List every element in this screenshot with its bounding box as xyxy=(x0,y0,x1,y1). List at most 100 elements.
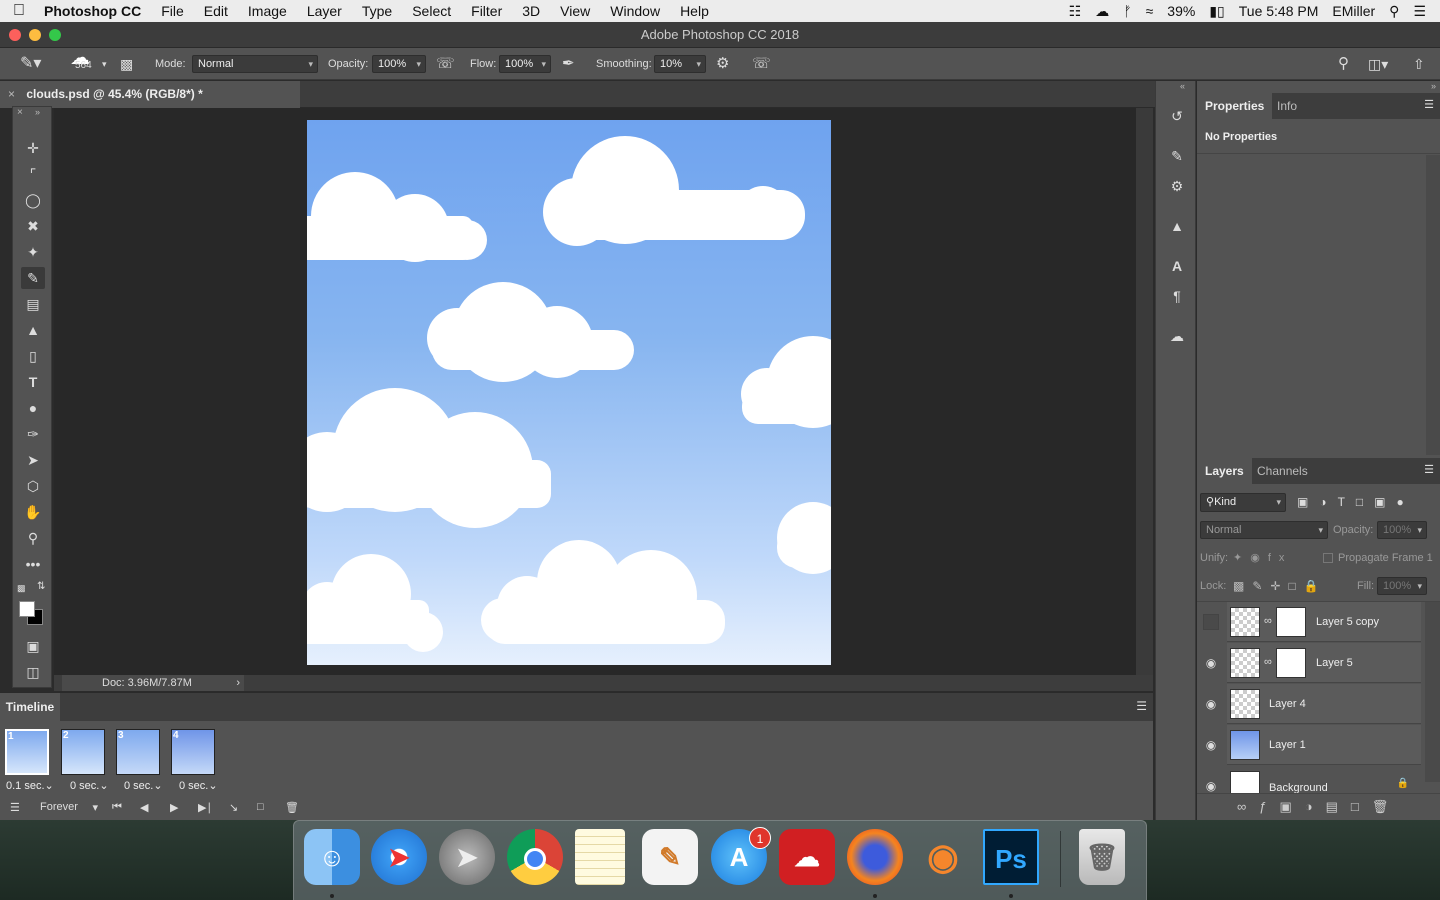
previous-frame-icon[interactable]: ◀ xyxy=(140,801,148,814)
canvas-vertical-scrollbar[interactable] xyxy=(1136,108,1153,675)
properties-scrollbar[interactable] xyxy=(1426,155,1440,455)
timeline-tab[interactable]: Timeline xyxy=(0,693,60,721)
eye-icon[interactable]: ◉ xyxy=(1203,737,1219,753)
brush-tool-preset-icon[interactable]: ✎▾ xyxy=(20,48,41,80)
apple-menu-icon[interactable]:  xyxy=(0,2,38,20)
display-icon[interactable]: ☷ xyxy=(1069,3,1082,20)
layer-item[interactable]: Layer 1 xyxy=(1227,725,1421,765)
shape-tool-icon[interactable]: ⬡ xyxy=(21,475,45,497)
adjustments-panel-icon[interactable]: ⚙ xyxy=(1166,175,1188,197)
layers-scrollbar[interactable] xyxy=(1425,602,1440,782)
workspace-icon[interactable]: ◫▾ xyxy=(1368,48,1388,80)
blender-icon[interactable]: ◉ xyxy=(915,829,971,885)
play-icon[interactable]: ▶ xyxy=(170,801,178,814)
magic-wand-tool-icon[interactable]: ✦ xyxy=(21,241,45,263)
close-tab-icon[interactable]: × xyxy=(8,87,15,101)
opacity-input[interactable]: 100% ▾ xyxy=(372,55,426,73)
smoothing-input[interactable]: 10% ▾ xyxy=(654,55,706,73)
panel-menu-icon[interactable]: ☰ xyxy=(1424,98,1434,111)
photoshop-icon[interactable]: Ps xyxy=(983,829,1039,885)
user-name[interactable]: EMiller xyxy=(1332,3,1375,19)
layer-mask-thumbnail[interactable] xyxy=(1276,648,1306,678)
menu-filter[interactable]: Filter xyxy=(461,3,512,19)
tab-channels[interactable]: Channels xyxy=(1249,458,1316,484)
move-tool-icon[interactable]: ✛ xyxy=(21,137,45,159)
crop-tool-icon[interactable]: ⌜ xyxy=(21,163,45,185)
blend-mode-select[interactable]: Normal ▾ xyxy=(1200,521,1328,539)
notification-center-icon[interactable]: ☰ xyxy=(1413,3,1426,20)
lasso-tool-icon[interactable]: ✖ xyxy=(21,215,45,237)
visibility-toggle[interactable] xyxy=(1203,614,1219,630)
panel-menu-icon[interactable]: ☰ xyxy=(1424,463,1434,476)
type-tool-icon[interactable]: T xyxy=(21,371,45,393)
zoom-window-button[interactable] xyxy=(49,29,61,41)
quick-mask-icon[interactable]: ▣ xyxy=(21,635,45,657)
clock[interactable]: Tue 5:48 PM xyxy=(1239,3,1319,19)
timeline-frame-1[interactable]: 1 xyxy=(5,729,49,775)
layer-item[interactable]: ∞ Layer 5 xyxy=(1227,643,1421,683)
battery-icon[interactable]: ▮▯ xyxy=(1209,3,1224,20)
document-canvas[interactable] xyxy=(307,120,831,665)
menu-view[interactable]: View xyxy=(550,3,600,19)
search-icon[interactable]: ⚲ xyxy=(1338,48,1349,80)
timeline-frame-2[interactable]: 2 xyxy=(61,729,105,775)
timeline-frame-4[interactable]: 4 xyxy=(171,729,215,775)
layer-name[interactable]: Layer 1 xyxy=(1269,725,1306,765)
safari-icon[interactable]: ➤ xyxy=(371,829,427,885)
propagate-checkbox[interactable] xyxy=(1323,553,1333,563)
paragraph-panel-icon[interactable]: ¶ xyxy=(1166,285,1188,307)
layer-row[interactable]: ◉ ∞ Layer 5 xyxy=(1197,643,1425,684)
swap-colors-icon[interactable]: ⇅ xyxy=(37,581,45,592)
loop-options-select[interactable]: Forever ▾ xyxy=(34,801,100,814)
screen-mode-icon[interactable]: ◫ xyxy=(21,661,45,683)
firefox-icon[interactable] xyxy=(847,829,903,885)
menu-select[interactable]: Select xyxy=(402,3,461,19)
share-icon[interactable]: ⇧ xyxy=(1413,48,1425,80)
brush-settings-panel-icon[interactable]: ✎ xyxy=(1166,145,1188,167)
layer-item[interactable]: Layer 4 xyxy=(1227,684,1421,724)
menu-edit[interactable]: Edit xyxy=(194,3,238,19)
brush-tool-icon[interactable]: ✎ xyxy=(21,267,45,289)
blur-tool-icon[interactable]: ● xyxy=(21,397,45,419)
menu-type[interactable]: Type xyxy=(352,3,402,19)
fill-input[interactable]: 100% ▾ xyxy=(1377,577,1427,595)
tween-icon[interactable]: ↘ xyxy=(229,801,238,814)
layer-mask-thumbnail[interactable] xyxy=(1276,607,1306,637)
tab-layers[interactable]: Layers xyxy=(1197,458,1252,484)
duplicate-frame-icon[interactable]: □ xyxy=(257,801,264,813)
flow-input[interactable]: 100% ▾ xyxy=(499,55,551,73)
menu-3d[interactable]: 3D xyxy=(512,3,550,19)
spotlight-search-icon[interactable]: ⚲ xyxy=(1389,3,1399,20)
menu-layer[interactable]: Layer xyxy=(297,3,352,19)
frame-delay-1[interactable]: 0.1 sec.⌄ xyxy=(6,779,54,792)
link-icon[interactable]: ∞ xyxy=(1264,615,1272,627)
bluetooth-icon[interactable]: ᚠ xyxy=(1123,3,1131,19)
more-tools-icon[interactable]: ••• xyxy=(21,553,45,575)
link-icon[interactable]: ∞ xyxy=(1264,656,1272,668)
foreground-color-swatch[interactable] xyxy=(19,601,35,617)
unify-icons[interactable]: ✦◉fx xyxy=(1233,551,1292,564)
collapse-dock-icon[interactable]: » xyxy=(1431,81,1436,91)
libraries-panel-icon[interactable]: ☁ xyxy=(1166,325,1188,347)
close-window-button[interactable] xyxy=(9,29,21,41)
expand-panels-icon[interactable]: « xyxy=(1180,81,1185,91)
layer-name[interactable]: Layer 5 xyxy=(1316,643,1353,683)
clone-stamp-tool-icon[interactable]: ▲ xyxy=(21,319,45,341)
eye-icon[interactable]: ◉ xyxy=(1203,696,1219,712)
timeline-frame-3[interactable]: 3 xyxy=(116,729,160,775)
airbrush-icon[interactable]: ✒ xyxy=(562,48,575,80)
pen-tool-icon[interactable]: ✑ xyxy=(21,423,45,445)
mode-select[interactable]: Normal ▾ xyxy=(192,55,318,73)
pressure-opacity-icon[interactable]: ☏ xyxy=(436,48,455,80)
delete-frame-icon[interactable]: 🗑 xyxy=(285,801,299,814)
layer-name[interactable]: Layer 5 copy xyxy=(1316,602,1379,642)
panel-menu-icon[interactable]: ☰ xyxy=(1136,699,1147,713)
marquee-tool-icon[interactable]: ◯ xyxy=(21,189,45,211)
path-selection-tool-icon[interactable]: ➤ xyxy=(21,449,45,471)
notes-icon[interactable] xyxy=(575,829,625,885)
document-tab[interactable]: × clouds.psd @ 45.4% (RGB/8*) * xyxy=(0,81,300,108)
minimize-window-button[interactable] xyxy=(29,29,41,41)
layer-filter-kind[interactable]: ⚲Kind ▾ xyxy=(1200,493,1286,512)
layer-name[interactable]: Layer 4 xyxy=(1269,684,1306,724)
lock-icons[interactable]: ▩✎✛□🔒 xyxy=(1233,579,1327,593)
